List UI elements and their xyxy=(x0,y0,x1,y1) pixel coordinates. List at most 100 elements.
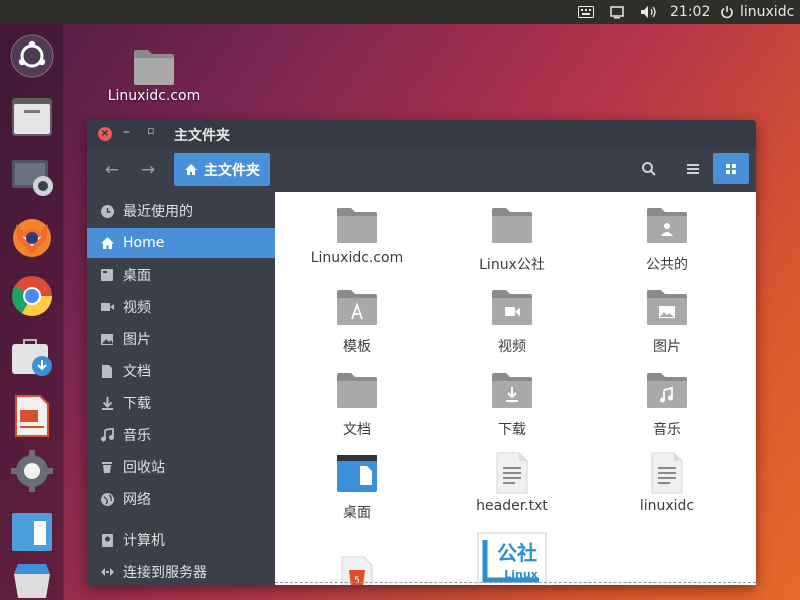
ubuntu-logo-icon[interactable] xyxy=(8,32,56,80)
trash-icon[interactable] xyxy=(8,554,56,600)
sidebar-item-videos[interactable]: 视频 xyxy=(87,292,275,322)
settings-icon[interactable] xyxy=(8,447,56,495)
trash-icon xyxy=(99,459,115,475)
file-item[interactable]: 文档 xyxy=(292,371,422,439)
close-button[interactable]: × xyxy=(98,127,112,141)
file-item[interactable]: 5 xyxy=(292,556,422,585)
content-divider xyxy=(275,582,756,585)
volume-icon[interactable] xyxy=(640,0,658,24)
sidebar-item-label: 最近使用的 xyxy=(123,204,193,220)
sidebar-item-network[interactable]: 网络 xyxy=(87,484,275,514)
file-label: 公共的 xyxy=(646,257,688,273)
file-item[interactable]: 桌面 xyxy=(292,454,422,522)
back-button[interactable]: ← xyxy=(98,157,126,183)
sidebar-item-label: 连接到服务器 xyxy=(123,565,207,581)
sidebar-item-desktop[interactable]: 桌面 xyxy=(87,260,275,290)
file-grid: Linuxidc.com Linux公社 公共的 模板 视频 图片 文档 下载 … xyxy=(275,192,756,585)
minimize-button[interactable]: – xyxy=(123,124,130,140)
computer-icon xyxy=(99,532,115,548)
folder-icon xyxy=(337,208,377,243)
file-item[interactable]: 视频 xyxy=(447,288,577,356)
text-file-icon xyxy=(496,452,528,494)
titlebar: × – ▫ 主文件夹 xyxy=(87,120,756,148)
text-file-icon xyxy=(651,452,683,494)
sidebar-item-connect-server[interactable]: 连接到服务器 xyxy=(87,557,275,585)
sidebar-item-label: 音乐 xyxy=(123,428,151,444)
sidebar-item-label: 下载 xyxy=(123,396,151,412)
folder-music-icon xyxy=(647,373,687,408)
html-file-icon: 5 xyxy=(341,556,373,585)
desktop-icon-label: Linuxidc.com xyxy=(107,88,201,104)
file-item[interactable]: 音乐 xyxy=(602,371,732,439)
sidebar-item-label: 文档 xyxy=(123,364,151,380)
file-item[interactable]: 公社 Linux xyxy=(447,532,577,585)
files-icon[interactable] xyxy=(8,92,56,140)
sidebar-item-trash[interactable]: 回收站 xyxy=(87,452,275,482)
chrome-icon[interactable] xyxy=(8,272,56,320)
sidebar-item-downloads[interactable]: 下载 xyxy=(87,388,275,418)
search-icon xyxy=(642,161,656,176)
folder-icon xyxy=(492,208,532,243)
file-label: linuxidc xyxy=(639,498,695,514)
folder-desktop-icon xyxy=(337,455,377,492)
desktop-folder-linuxidc[interactable]: Linuxidc.com xyxy=(106,48,202,104)
sidebar-item-label: 网络 xyxy=(123,492,151,508)
file-label: 音乐 xyxy=(653,422,681,438)
sidebar-item-home[interactable]: Home xyxy=(87,228,275,258)
grid-view-button[interactable] xyxy=(713,153,749,184)
file-item[interactable]: 图片 xyxy=(602,288,732,356)
sidebar-item-label: 视频 xyxy=(123,300,151,316)
file-item[interactable]: header.txt xyxy=(447,452,577,514)
power-icon[interactable] xyxy=(720,0,734,24)
desktop-icon xyxy=(99,267,115,283)
path-home-button[interactable]: 主文件夹 xyxy=(174,153,270,186)
file-item[interactable]: linuxidc xyxy=(602,452,732,514)
svg-text:公社: 公社 xyxy=(497,541,537,565)
file-manager-window: × – ▫ 主文件夹 ← → 主文件夹 最近使用的 Home 桌面 视频 图片 … xyxy=(87,120,756,585)
file-label: 视频 xyxy=(498,339,526,355)
grid-icon xyxy=(726,163,736,174)
music-icon xyxy=(99,427,115,443)
search-button[interactable] xyxy=(631,153,667,184)
file-label: Linux公社 xyxy=(479,257,545,273)
sidebar-item-documents[interactable]: 文档 xyxy=(87,356,275,386)
file-label: 模板 xyxy=(343,339,371,355)
file-item[interactable]: 下载 xyxy=(447,371,577,439)
folder-public-icon xyxy=(647,208,687,243)
libreoffice-impress-icon[interactable] xyxy=(8,392,56,440)
software-center-icon[interactable] xyxy=(8,332,56,380)
sidebar-item-computer[interactable]: 计算机 xyxy=(87,525,275,555)
sidebar-item-music[interactable]: 音乐 xyxy=(87,420,275,450)
list-view-button[interactable] xyxy=(675,153,711,184)
folder-download-icon xyxy=(492,373,532,408)
network-icon xyxy=(99,491,115,507)
home-icon xyxy=(185,164,197,175)
window-title: 主文件夹 xyxy=(174,128,230,144)
svg-text:Linux: Linux xyxy=(504,568,538,581)
keyboard-icon[interactable] xyxy=(578,0,594,24)
file-label: Linuxidc.com xyxy=(310,250,404,266)
file-item[interactable]: 模板 xyxy=(292,288,422,356)
text-editor-icon[interactable] xyxy=(8,507,56,555)
sidebar-item-recent[interactable]: 最近使用的 xyxy=(87,196,275,226)
sidebar-item-pictures[interactable]: 图片 xyxy=(87,324,275,354)
file-item[interactable]: Linux公社 xyxy=(447,206,577,274)
folder-templates-icon xyxy=(337,290,377,325)
clock-time[interactable]: 21:02 xyxy=(670,0,710,24)
file-item[interactable]: Linuxidc.com xyxy=(292,206,422,266)
file-label: header.txt xyxy=(476,498,548,514)
screenshot-app-icon[interactable] xyxy=(8,152,56,200)
document-icon xyxy=(99,363,115,379)
user-name[interactable]: linuxidc xyxy=(740,0,794,24)
firefox-icon[interactable] xyxy=(8,212,56,260)
forward-button[interactable]: → xyxy=(134,157,162,183)
download-icon xyxy=(99,395,115,411)
file-item[interactable]: 公共的 xyxy=(602,206,732,274)
top-panel: 21:02 linuxidc xyxy=(0,0,800,24)
sidebar-item-label: 图片 xyxy=(123,332,151,348)
maximize-button[interactable]: ▫ xyxy=(147,124,154,137)
home-icon xyxy=(99,235,115,251)
display-icon[interactable] xyxy=(610,0,624,24)
folder-video-icon xyxy=(492,290,532,325)
list-icon xyxy=(687,163,699,174)
